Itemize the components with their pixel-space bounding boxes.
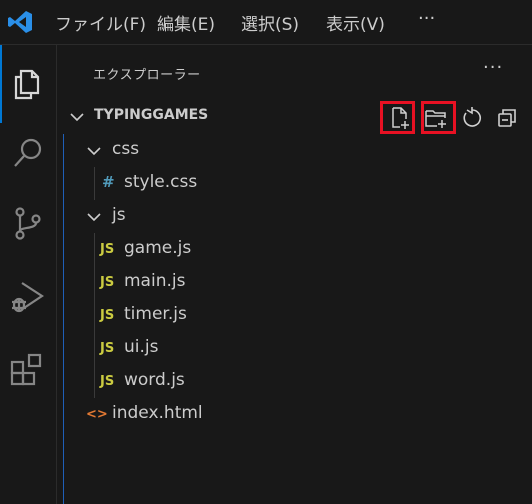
file-label: ui.js xyxy=(124,337,159,357)
active-indicator xyxy=(0,45,2,123)
vscode-logo-icon[interactable] xyxy=(6,8,34,36)
js-file-icon: JS xyxy=(100,308,115,323)
file-label: index.html xyxy=(112,403,203,423)
explorer-title: エクスプローラー xyxy=(93,68,201,83)
html-file-icon: <> xyxy=(86,407,108,422)
explorer-icon[interactable] xyxy=(8,63,48,103)
refresh-icon[interactable] xyxy=(459,105,485,131)
tree-file-main-js[interactable]: JS main.js xyxy=(64,266,532,299)
menu-edit[interactable]: 編集(E) xyxy=(157,10,215,35)
tree-folder-js[interactable]: js xyxy=(64,200,532,233)
chevron-down-icon xyxy=(87,147,101,156)
menu-file[interactable]: ファイル(F) xyxy=(55,10,146,35)
folder-label: css xyxy=(112,139,140,159)
new-folder-highlight xyxy=(421,101,456,134)
menu-more-button[interactable]: ··· xyxy=(418,8,435,29)
search-icon[interactable] xyxy=(8,133,48,173)
collapse-all-icon[interactable] xyxy=(495,105,521,131)
explorer-sidebar: エクスプローラー ··· TYPINGGAMES css # style.css… xyxy=(57,45,532,504)
js-file-icon: JS xyxy=(100,275,115,290)
workspace-folder-name: TYPINGGAMES xyxy=(94,107,209,123)
js-file-icon: JS xyxy=(100,341,115,356)
extensions-icon[interactable] xyxy=(8,350,48,390)
run-debug-icon[interactable] xyxy=(8,277,48,317)
chevron-down-icon xyxy=(70,113,84,122)
file-label: main.js xyxy=(124,271,186,291)
tree-file-timer-js[interactable]: JS timer.js xyxy=(64,299,532,332)
tree-file-index-html[interactable]: <> index.html xyxy=(64,398,532,431)
tree-file-game-js[interactable]: JS game.js xyxy=(64,233,532,266)
new-file-highlight xyxy=(380,101,415,134)
js-file-icon: JS xyxy=(100,374,115,389)
file-label: word.js xyxy=(124,370,185,390)
file-label: game.js xyxy=(124,238,192,258)
tree-file-word-js[interactable]: JS word.js xyxy=(64,365,532,398)
tree-file-style-css[interactable]: # style.css xyxy=(64,167,532,200)
source-control-icon[interactable] xyxy=(8,203,48,243)
tree-file-ui-js[interactable]: JS ui.js xyxy=(64,332,532,365)
file-tree: css # style.css js JS game.js JS main.js… xyxy=(63,134,532,504)
activity-bar xyxy=(0,45,57,504)
js-file-icon: JS xyxy=(100,242,115,257)
chevron-down-icon xyxy=(87,213,101,222)
folder-label: js xyxy=(112,205,126,225)
file-label: style.css xyxy=(124,172,198,192)
explorer-more-button[interactable]: ··· xyxy=(483,57,503,78)
css-file-icon: # xyxy=(102,173,115,191)
title-bar: ファイル(F) 編集(E) 選択(S) 表示(V) ··· xyxy=(0,0,532,45)
file-label: timer.js xyxy=(124,304,187,324)
menu-view[interactable]: 表示(V) xyxy=(326,10,385,35)
workspace-folder-header[interactable]: TYPINGGAMES xyxy=(57,101,532,134)
tree-folder-css[interactable]: css xyxy=(64,134,532,167)
menu-selection[interactable]: 選択(S) xyxy=(241,10,299,35)
